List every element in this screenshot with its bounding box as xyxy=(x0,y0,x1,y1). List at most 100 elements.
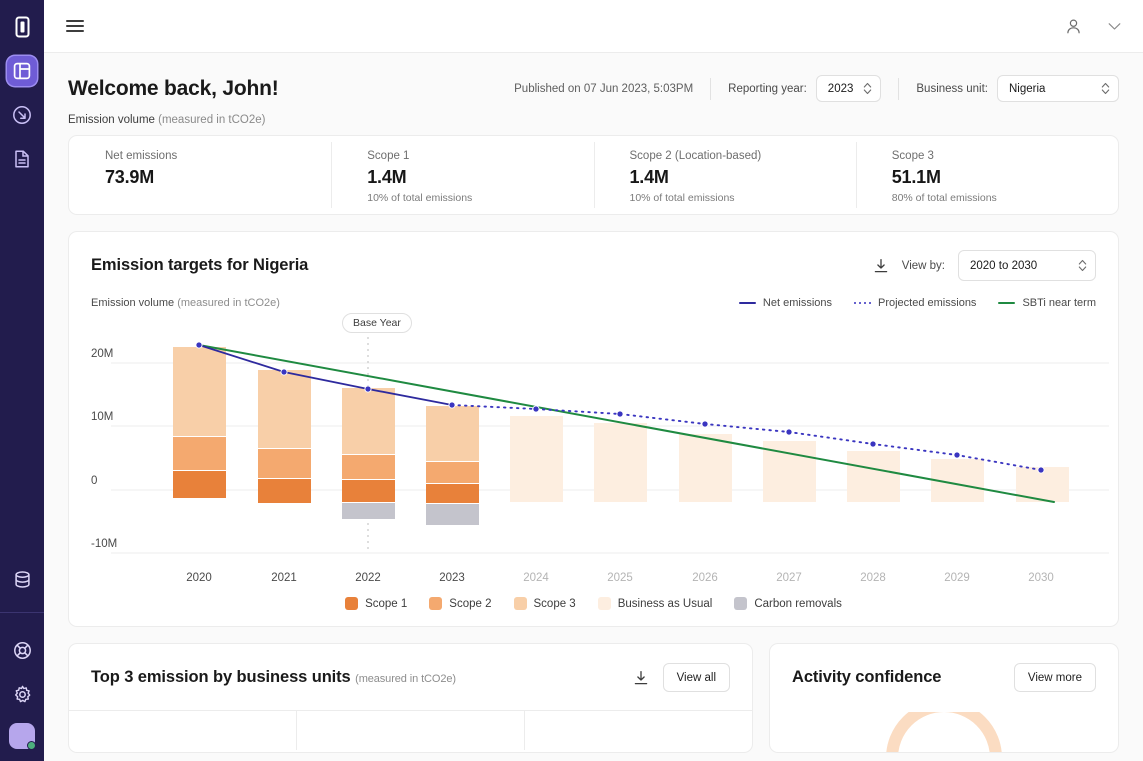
view-all-button[interactable]: View all xyxy=(662,663,730,692)
download-icon[interactable] xyxy=(633,670,649,686)
emission-targets-card: Emission targets for Nigeria View by: 20… xyxy=(68,231,1119,627)
chart-header-actions: View by: 2020 to 2030 xyxy=(873,250,1096,281)
activity-confidence-gauge xyxy=(770,710,1118,752)
svg-text:2028: 2028 xyxy=(860,572,886,583)
base-year-badge: Base Year xyxy=(342,313,412,333)
view-by-select[interactable]: 2020 to 2030 xyxy=(958,250,1096,281)
svg-text:2029: 2029 xyxy=(944,572,970,583)
app-root: Welcome back, John! Published on 07 Jun … xyxy=(0,0,1143,761)
topbar-actions xyxy=(1065,18,1121,35)
kpi-sub: 10% of total emissions xyxy=(629,192,735,204)
top-business-units-card: Top 3 emission by business units (measur… xyxy=(68,643,753,753)
divider xyxy=(898,77,900,100)
kpi-value: 51.1M xyxy=(891,167,941,187)
activity-confidence-card: Activity confidence View more xyxy=(769,643,1119,753)
chevron-updown-icon xyxy=(863,82,872,95)
download-icon[interactable] xyxy=(873,258,889,274)
caption-muted: (measured in tCO2e) xyxy=(158,114,266,126)
chart-svg: 20M 10M 0 -10M 2020 2021 2022 2023 2024 … xyxy=(91,337,1109,583)
chart-header: Emission targets for Nigeria View by: 20… xyxy=(91,250,1096,281)
card-title-muted: (measured in tCO2e) xyxy=(355,673,456,685)
svg-text:2023: 2023 xyxy=(439,572,465,583)
sidebar-item-dashboard[interactable] xyxy=(7,56,37,86)
hamburger-icon[interactable] xyxy=(66,17,84,35)
sidebar-item-reports[interactable] xyxy=(7,144,37,174)
legend-swatch-line xyxy=(738,302,756,304)
legend-item-net-emissions[interactable]: Net emissions xyxy=(738,297,832,309)
legend-item-scope-3[interactable]: Scope 3 xyxy=(513,597,576,610)
svg-text:2020: 2020 xyxy=(186,572,212,583)
svg-text:-10M: -10M xyxy=(91,538,117,550)
legend-label: Net emissions xyxy=(762,297,832,309)
page-title: Welcome back, John! xyxy=(68,76,279,100)
svg-text:0: 0 xyxy=(91,475,97,487)
legend-swatch xyxy=(597,597,611,610)
svg-text:2021: 2021 xyxy=(271,572,297,583)
svg-text:10M: 10M xyxy=(91,411,113,423)
legend-item-business-as-usual[interactable]: Business as Usual xyxy=(597,597,712,610)
legend-swatch xyxy=(734,597,748,610)
header-controls: Published on 07 Jun 2023, 5:03PM Reporti… xyxy=(514,75,1119,102)
kpi-sub: 10% of total emissions xyxy=(367,192,473,204)
kpi-label: Scope 1 xyxy=(367,150,410,162)
kpi-label: Net emissions xyxy=(105,150,178,162)
kpi-net-emissions: Net emissions 73.9M xyxy=(69,136,331,214)
legend-label: Scope 2 xyxy=(449,597,492,610)
kpi-value: 73.9M xyxy=(105,167,155,187)
chart-subtitle-row: Emission volume (measured in tCO2e) Net … xyxy=(91,297,1096,309)
card-header-actions: View more xyxy=(1013,663,1096,692)
user-icon[interactable] xyxy=(1065,18,1082,35)
page-content: Welcome back, John! Published on 07 Jun … xyxy=(44,53,1143,761)
svg-text:2025: 2025 xyxy=(607,572,633,583)
card-body xyxy=(69,710,752,750)
chart-plot: 20M 10M 0 -10M 2020 2021 2022 2023 2024 … xyxy=(91,313,1109,583)
card-title-text: Top 3 emission by business units xyxy=(91,668,351,686)
avatar[interactable] xyxy=(9,723,36,750)
logo-icon[interactable] xyxy=(7,12,37,42)
card-title: Top 3 emission by business units (measur… xyxy=(91,668,456,687)
business-unit-label: Business unit: xyxy=(916,82,988,95)
card-header: Top 3 emission by business units (measur… xyxy=(69,644,752,710)
reporting-year-value: 2023 xyxy=(827,82,854,95)
card-title: Activity confidence xyxy=(792,668,942,686)
legend-item-projected-emissions[interactable]: Projected emissions xyxy=(854,297,976,309)
chart-line-legend: Net emissions Projected emissions SBTi n… xyxy=(738,297,1096,309)
legend-item-scope-1[interactable]: Scope 1 xyxy=(345,597,407,610)
sidebar-item-data-import[interactable] xyxy=(7,100,37,130)
business-unit-select[interactable]: Nigeria xyxy=(997,75,1119,102)
kpi-card: Net emissions 73.9M Scope 1 1.4M 10% of … xyxy=(68,135,1119,215)
business-unit-value: Nigeria xyxy=(1009,82,1046,95)
kpi-sub: 80% of total emissions xyxy=(891,192,997,204)
sidebar-item-help[interactable] xyxy=(7,635,37,665)
legend-item-scope-2[interactable]: Scope 2 xyxy=(429,597,492,610)
chevron-updown-icon xyxy=(1101,82,1110,95)
reporting-year-label: Reporting year: xyxy=(728,82,807,95)
legend-item-carbon-removals[interactable]: Carbon removals xyxy=(734,597,842,610)
legend-label: Scope 3 xyxy=(533,597,576,610)
kpi-scope-2: Scope 2 (Location-based) 1.4M 10% of tot… xyxy=(593,136,856,214)
kpi-label: Scope 3 xyxy=(891,150,934,162)
legend-label: Scope 1 xyxy=(365,597,408,610)
legend-label: Projected emissions xyxy=(878,297,977,309)
view-more-button[interactable]: View more xyxy=(1013,663,1096,692)
legend-swatch xyxy=(513,597,527,610)
view-by-label: View by: xyxy=(901,259,945,272)
bottom-cards-row: Top 3 emission by business units (measur… xyxy=(68,643,1119,753)
card-body-column xyxy=(297,711,525,750)
sidebar-item-settings[interactable] xyxy=(7,679,37,709)
published-timestamp: Published on 07 Jun 2023, 5:03PM xyxy=(514,82,694,95)
card-header-actions: View all xyxy=(633,663,730,692)
legend-item-sbti-near-term[interactable]: SBTi near term xyxy=(998,297,1096,309)
reporting-year-select[interactable]: 2023 xyxy=(815,75,882,102)
chart-bars-actual xyxy=(173,347,479,525)
emission-volume-caption: Emission volume (measured in tCO2e) xyxy=(68,106,1119,135)
chart-subtitle: Emission volume (measured in tCO2e) xyxy=(91,297,280,309)
sidebar-item-database[interactable] xyxy=(7,564,37,594)
chart-x-axis: 2020 2021 2022 2023 2024 2025 2026 2027 … xyxy=(186,572,1054,583)
chevron-down-icon[interactable] xyxy=(1108,22,1121,31)
svg-text:2024: 2024 xyxy=(523,572,549,583)
chart-line-net-emissions xyxy=(198,344,453,406)
svg-text:2022: 2022 xyxy=(355,572,381,583)
view-by-value: 2020 to 2030 xyxy=(970,259,1038,272)
kpi-scope-1: Scope 1 1.4M 10% of total emissions xyxy=(331,136,593,214)
